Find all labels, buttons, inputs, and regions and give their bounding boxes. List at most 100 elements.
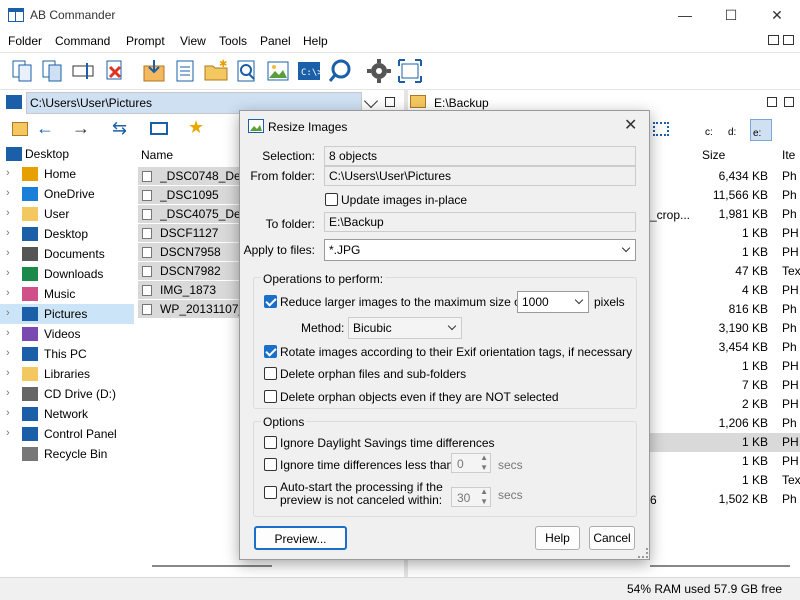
- find-icon[interactable]: [234, 58, 260, 84]
- file-row[interactable]: WP_20131107_(: [138, 300, 244, 318]
- right-file-row[interactable]: 3,190 KB Ph: [700, 319, 800, 338]
- left-path-dropdown-icon[interactable]: [363, 93, 379, 109]
- menu-folder[interactable]: Folder: [8, 34, 42, 48]
- minimize-button[interactable]: —: [662, 0, 708, 30]
- apply-to-files-dropdown[interactable]: *.JPG: [324, 239, 636, 261]
- chevron-right-icon[interactable]: ›: [6, 367, 10, 379]
- command-prompt-icon[interactable]: C:\>: [296, 58, 323, 84]
- chevron-right-icon[interactable]: ›: [6, 387, 10, 399]
- right-file-row[interactable]: 1,206 KB Ph: [700, 414, 800, 433]
- drive-d-icon[interactable]: d:: [728, 119, 748, 139]
- chevron-right-icon[interactable]: ›: [6, 347, 10, 359]
- drive-e-icon[interactable]: e:: [750, 119, 772, 141]
- right-file-row[interactable]: 1 KB Tex: [700, 471, 800, 490]
- chevron-right-icon[interactable]: ›: [6, 287, 10, 299]
- view-mode-icon[interactable]: [653, 122, 669, 136]
- gear-icon[interactable]: [366, 58, 392, 84]
- chevron-right-icon[interactable]: ›: [6, 167, 10, 179]
- right-file-row[interactable]: 2 KB PH: [700, 395, 800, 414]
- chevron-right-icon[interactable]: ›: [6, 267, 10, 279]
- right-file-row[interactable]: 1 KB PH: [700, 224, 800, 243]
- right-file-row[interactable]: 4 KB PH: [700, 281, 800, 300]
- favorites-star-icon[interactable]: ★: [188, 117, 204, 138]
- cancel-button[interactable]: Cancel: [589, 526, 635, 550]
- chevron-right-icon[interactable]: ›: [6, 427, 10, 439]
- max-size-dropdown[interactable]: 1000: [517, 291, 589, 313]
- menu-help[interactable]: Help: [303, 34, 328, 48]
- file-row[interactable]: _DSC1095: [138, 186, 244, 204]
- to-folder-value[interactable]: E:\Backup: [324, 212, 636, 232]
- right-file-row[interactable]: 1,502 KB Ph: [700, 490, 800, 509]
- tree-item[interactable]: › Music: [0, 284, 134, 304]
- right-file-row[interactable]: 1 KB PH: [700, 452, 800, 471]
- resize-grip[interactable]: [638, 548, 648, 558]
- right-panel-restore-icon[interactable]: [784, 97, 794, 107]
- right-file-row[interactable]: 6,434 KB Ph: [700, 167, 800, 186]
- method-dropdown[interactable]: Bicubic: [348, 317, 462, 339]
- right-file-row[interactable]: 816 KB Ph: [700, 300, 800, 319]
- chevron-right-icon[interactable]: ›: [6, 247, 10, 259]
- right-file-row[interactable]: 11,566 KB Ph: [700, 186, 800, 205]
- chevron-right-icon[interactable]: ›: [6, 407, 10, 419]
- close-button[interactable]: ✕: [754, 0, 800, 30]
- tree-item[interactable]: › Control Panel: [0, 424, 134, 444]
- swap-icon[interactable]: ⇆: [112, 118, 127, 139]
- spin-up-icon[interactable]: ▲: [480, 487, 488, 496]
- copy-icon[interactable]: [10, 58, 36, 84]
- right-file-row[interactable]: 1 KB PH: [700, 357, 800, 376]
- tree-item[interactable]: › This PC: [0, 344, 134, 364]
- right-file-row[interactable]: 1,981 KB Ph: [700, 205, 800, 224]
- tree-item[interactable]: Recycle Bin: [0, 444, 134, 464]
- dialog-close-button[interactable]: ✕: [624, 115, 637, 135]
- autostart-spinner[interactable]: 30 ▲ ▼: [451, 487, 491, 507]
- menu-command[interactable]: Command: [55, 34, 110, 48]
- chevron-right-icon[interactable]: ›: [6, 327, 10, 339]
- right-item-header[interactable]: Ite: [782, 148, 795, 162]
- tree-item[interactable]: › Documents: [0, 244, 134, 264]
- chevron-right-icon[interactable]: ›: [6, 187, 10, 199]
- move-icon[interactable]: [40, 58, 66, 84]
- file-row[interactable]: DSCN7982: [138, 262, 244, 280]
- right-hscrollbar[interactable]: [650, 565, 790, 567]
- drive-c-icon[interactable]: c:: [705, 119, 725, 139]
- notepad-icon[interactable]: [172, 58, 198, 84]
- menu-prompt[interactable]: Prompt: [126, 34, 165, 48]
- delete-orphan-checkbox[interactable]: [264, 367, 277, 380]
- right-file-row[interactable]: 1 KB PH: [700, 243, 800, 262]
- left-panel-maximize-icon[interactable]: [385, 97, 395, 107]
- tree-item[interactable]: › Downloads: [0, 264, 134, 284]
- tree-item[interactable]: › OneDrive: [0, 184, 134, 204]
- tree-item[interactable]: › Pictures: [0, 304, 134, 324]
- rename-icon[interactable]: [71, 58, 97, 84]
- ignore-dst-checkbox[interactable]: [264, 436, 277, 449]
- spin-down-icon[interactable]: ▼: [480, 463, 488, 472]
- image-icon[interactable]: [265, 58, 291, 84]
- chevron-right-icon[interactable]: ›: [6, 207, 10, 219]
- right-file-row[interactable]: 3,454 KB Ph: [700, 338, 800, 357]
- reduce-size-checkbox[interactable]: [264, 295, 277, 308]
- file-row[interactable]: DSCF1127: [138, 224, 244, 242]
- forward-icon[interactable]: →: [72, 118, 90, 139]
- fullscreen-icon[interactable]: [397, 58, 423, 84]
- preview-button[interactable]: Preview...: [254, 526, 347, 550]
- help-button[interactable]: Help: [535, 526, 580, 550]
- maximize-button[interactable]: ☐: [708, 0, 754, 30]
- right-size-header[interactable]: Size: [702, 148, 725, 162]
- tree-item[interactable]: › Home: [0, 164, 134, 184]
- file-row[interactable]: IMG_1873: [138, 281, 244, 299]
- menu-tools[interactable]: Tools: [219, 34, 247, 48]
- folder-up-icon[interactable]: [12, 122, 28, 136]
- file-row[interactable]: _DSC4075_Deta: [138, 205, 244, 223]
- left-hscrollbar[interactable]: [152, 565, 272, 567]
- autostart-checkbox[interactable]: [264, 486, 277, 499]
- tree-item[interactable]: › Videos: [0, 324, 134, 344]
- menu-view[interactable]: View: [180, 34, 206, 48]
- chevron-right-icon[interactable]: ›: [6, 307, 10, 319]
- right-panel-maximize-icon[interactable]: [767, 97, 777, 107]
- split-horizontal-icon[interactable]: [783, 35, 794, 45]
- file-row[interactable]: DSCN7958: [138, 243, 244, 261]
- file-row[interactable]: _DSC0748_Deta: [138, 167, 244, 185]
- computer-icon[interactable]: [150, 122, 168, 135]
- search-icon[interactable]: [327, 58, 353, 84]
- tree-item[interactable]: › Libraries: [0, 364, 134, 384]
